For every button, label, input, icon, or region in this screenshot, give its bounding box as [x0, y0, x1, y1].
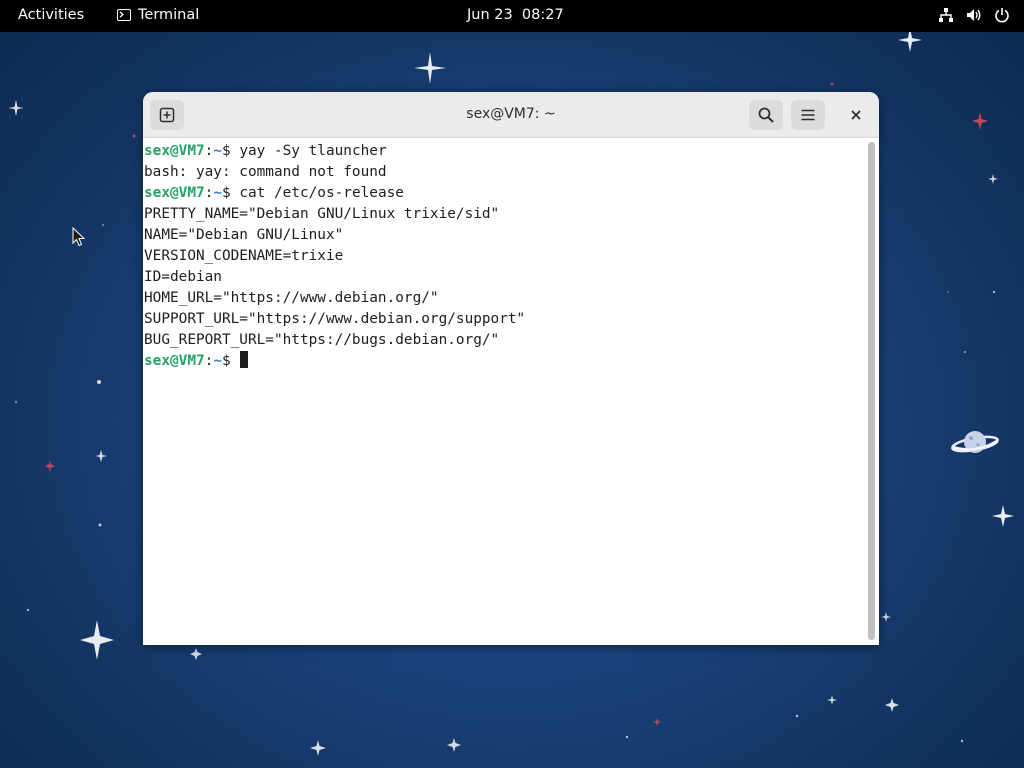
power-icon [995, 8, 1009, 23]
prompt-path: ~ [213, 143, 222, 159]
terminal-command-line: sex@VM7:~$ [143, 351, 867, 372]
prompt-user: sex@VM7 [144, 143, 205, 159]
prompt-user: sex@VM7 [144, 185, 205, 201]
clock[interactable]: Jun 23 08:27 [467, 7, 564, 23]
search-button[interactable] [749, 100, 783, 130]
prompt-suffix: $ [222, 143, 240, 159]
terminal-output-line: ID=debian [144, 269, 222, 285]
prompt-path: ~ [213, 185, 222, 201]
terminal-output-line: HOME_URL="https://www.debian.org/" [144, 290, 439, 306]
system-tray[interactable] [938, 7, 1010, 23]
close-window-button[interactable] [841, 100, 871, 130]
window-headerbar[interactable]: sex@VM7: ~ [143, 92, 879, 138]
desktop[interactable]: Activities Terminal Jun 23 08:27 sex@VM7… [0, 0, 1024, 768]
app-menu-terminal[interactable]: Terminal [117, 7, 199, 23]
command-text: cat /etc/os-release [239, 185, 404, 201]
terminal-command-line: sex@VM7:~$ cat /etc/os-release [143, 183, 867, 204]
planet-decoration [951, 431, 999, 453]
mouse-pointer-icon [72, 227, 86, 247]
terminal-output-line: PRETTY_NAME="Debian GNU/Linux trixie/sid… [144, 206, 500, 222]
text-cursor [240, 351, 249, 368]
hamburger-menu-icon [801, 109, 815, 121]
prompt-suffix: $ [222, 185, 240, 201]
terminal-command-line: sex@VM7:~$ yay -Sy tlauncher [143, 141, 867, 162]
network-icon [939, 8, 953, 22]
top-bar: Activities Terminal Jun 23 08:27 [0, 0, 1024, 32]
main-menu-button[interactable] [791, 100, 825, 130]
terminal-output-line: BUG_REPORT_URL="https://bugs.debian.org/… [144, 332, 500, 348]
terminal-output[interactable]: sex@VM7:~$ yay -Sy tlauncher bash: yay: c… [143, 138, 867, 645]
terminal-app-icon [117, 9, 131, 21]
close-icon [851, 110, 861, 120]
terminal-scrollbar[interactable] [868, 142, 875, 640]
volume-icon [967, 9, 981, 21]
terminal-output-line: NAME="Debian GNU/Linux" [144, 227, 344, 243]
prompt-suffix: $ [222, 353, 240, 369]
command-text: yay -Sy tlauncher [239, 143, 387, 159]
prompt-user: sex@VM7 [144, 353, 205, 369]
terminal-output-line: bash: yay: command not found [144, 164, 387, 180]
terminal-output-line: SUPPORT_URL="https://www.debian.org/supp… [144, 311, 526, 327]
prompt-path: ~ [213, 353, 222, 369]
app-menu-label: Terminal [138, 7, 200, 23]
terminal-output-line: VERSION_CODENAME=trixie [144, 248, 344, 264]
activities-button[interactable]: Activities [18, 7, 84, 23]
search-icon [758, 107, 774, 123]
terminal-window[interactable]: sex@VM7: ~ sex@VM7:~$ yay -Sy tlauncher b… [143, 92, 879, 645]
